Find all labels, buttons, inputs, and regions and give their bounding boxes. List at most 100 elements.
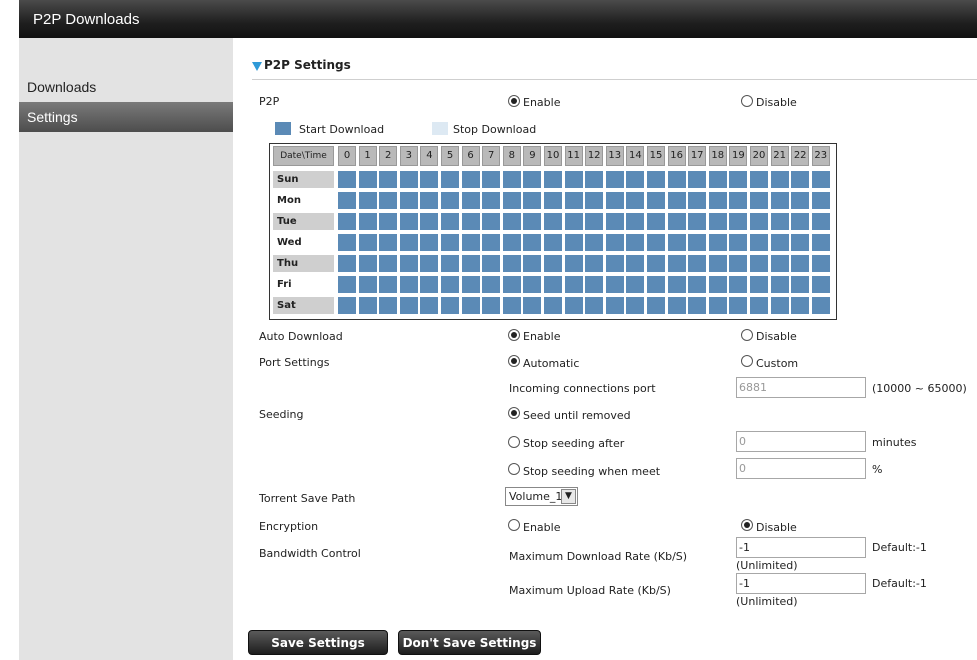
schedule-cell[interactable] [791, 255, 810, 272]
schedule-cell[interactable] [338, 297, 356, 314]
schedule-cell[interactable] [688, 171, 707, 188]
schedule-cell[interactable] [605, 255, 624, 272]
schedule-cell[interactable] [564, 171, 583, 188]
schedule-cell[interactable] [379, 255, 398, 272]
schedule-cell[interactable] [420, 192, 439, 209]
schedule-cell[interactable] [791, 213, 810, 230]
schedule-cell[interactable] [708, 255, 727, 272]
schedule-cell[interactable] [791, 297, 810, 314]
schedule-cell[interactable] [441, 255, 459, 272]
schedule-cell[interactable] [750, 234, 768, 251]
hour-header[interactable]: 11 [564, 146, 583, 166]
hour-header[interactable]: 7 [482, 146, 501, 166]
schedule-cell[interactable] [399, 276, 418, 293]
schedule-cell[interactable] [770, 276, 789, 293]
schedule-cell[interactable] [461, 297, 480, 314]
schedule-cell[interactable] [482, 192, 501, 209]
schedule-cell[interactable] [811, 255, 830, 272]
schedule-cell[interactable] [605, 276, 624, 293]
schedule-cell[interactable] [482, 171, 501, 188]
hour-header[interactable]: 12 [585, 146, 604, 166]
schedule-cell[interactable] [482, 213, 501, 230]
schedule-cell[interactable] [379, 234, 398, 251]
stop-seeding-meet-radio[interactable] [508, 463, 520, 475]
auto-download-disable-radio[interactable] [741, 329, 753, 341]
schedule-cell[interactable] [770, 234, 789, 251]
schedule-cell[interactable] [544, 276, 562, 293]
hour-header[interactable]: 22 [791, 146, 810, 166]
hour-header[interactable]: 0 [338, 146, 356, 166]
schedule-cell[interactable] [461, 276, 480, 293]
schedule-cell[interactable] [585, 255, 604, 272]
p2p-enable-radio[interactable] [508, 95, 520, 107]
schedule-cell[interactable] [585, 192, 604, 209]
schedule-cell[interactable] [688, 234, 707, 251]
schedule-cell[interactable] [770, 171, 789, 188]
schedule-cell[interactable] [358, 234, 377, 251]
schedule-cell[interactable] [502, 297, 521, 314]
schedule-cell[interactable] [379, 171, 398, 188]
save-settings-button[interactable]: Save Settings [248, 630, 388, 655]
schedule-cell[interactable] [358, 255, 377, 272]
schedule-cell[interactable] [605, 234, 624, 251]
schedule-cell[interactable] [750, 192, 768, 209]
schedule-cell[interactable] [502, 213, 521, 230]
schedule-cell[interactable] [708, 234, 727, 251]
schedule-cell[interactable] [750, 297, 768, 314]
schedule-cell[interactable] [729, 213, 748, 230]
schedule-cell[interactable] [626, 255, 645, 272]
schedule-cell[interactable] [585, 276, 604, 293]
hour-header[interactable]: 9 [523, 146, 542, 166]
schedule-cell[interactable] [441, 276, 459, 293]
schedule-cell[interactable] [441, 171, 459, 188]
hour-header[interactable]: 21 [770, 146, 789, 166]
schedule-cell[interactable] [523, 276, 542, 293]
schedule-cell[interactable] [482, 276, 501, 293]
schedule-cell[interactable] [358, 276, 377, 293]
seed-until-removed-radio[interactable] [508, 407, 520, 419]
schedule-cell[interactable] [750, 255, 768, 272]
hour-header[interactable]: 23 [811, 146, 830, 166]
schedule-cell[interactable] [791, 276, 810, 293]
schedule-cell[interactable] [399, 255, 418, 272]
hour-header[interactable]: 18 [708, 146, 727, 166]
port-automatic-radio[interactable] [508, 355, 520, 367]
schedule-cell[interactable] [750, 276, 768, 293]
schedule-cell[interactable] [688, 276, 707, 293]
schedule-cell[interactable] [811, 234, 830, 251]
hour-header[interactable]: 2 [379, 146, 398, 166]
schedule-cell[interactable] [544, 192, 562, 209]
schedule-cell[interactable] [379, 192, 398, 209]
schedule-cell[interactable] [358, 171, 377, 188]
hour-header[interactable]: 8 [502, 146, 521, 166]
schedule-cell[interactable] [379, 297, 398, 314]
schedule-cell[interactable] [399, 234, 418, 251]
schedule-cell[interactable] [523, 255, 542, 272]
schedule-cell[interactable] [358, 297, 377, 314]
hour-header[interactable]: 13 [605, 146, 624, 166]
hour-header[interactable]: 14 [626, 146, 645, 166]
schedule-cell[interactable] [791, 192, 810, 209]
schedule-cell[interactable] [523, 171, 542, 188]
schedule-cell[interactable] [791, 234, 810, 251]
schedule-cell[interactable] [688, 297, 707, 314]
schedule-cell[interactable] [729, 234, 748, 251]
schedule-cell[interactable] [811, 297, 830, 314]
day-label[interactable]: Sun [273, 171, 334, 188]
schedule-cell[interactable] [461, 234, 480, 251]
schedule-cell[interactable] [585, 234, 604, 251]
schedule-cell[interactable] [564, 255, 583, 272]
schedule-cell[interactable] [502, 276, 521, 293]
schedule-cell[interactable] [461, 213, 480, 230]
schedule-cell[interactable] [399, 297, 418, 314]
chevron-down-icon[interactable]: ▼ [561, 489, 576, 504]
p2p-disable-radio[interactable] [741, 95, 753, 107]
schedule-cell[interactable] [399, 171, 418, 188]
schedule-cell[interactable] [585, 213, 604, 230]
schedule-cell[interactable] [379, 276, 398, 293]
incoming-port-input[interactable]: 6881 [736, 377, 866, 398]
schedule-cell[interactable] [729, 276, 748, 293]
schedule-grid[interactable]: Date\Time 0 1 2 3 4 5 6 7 8 9 10 11 12 13 14 15 16 17 18 19… [269, 143, 837, 320]
schedule-cell[interactable] [399, 213, 418, 230]
collapse-triangle-icon[interactable] [252, 62, 262, 71]
